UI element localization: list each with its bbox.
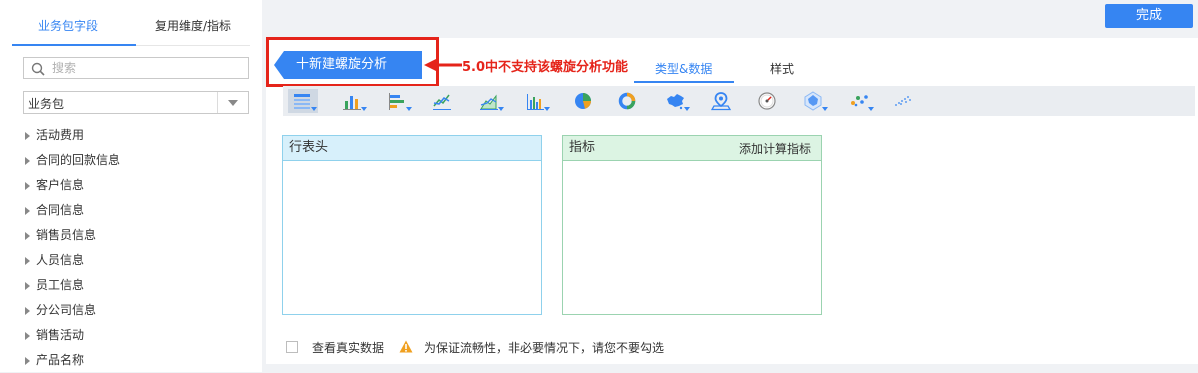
radar-icon[interactable]: [799, 89, 829, 113]
active-chart-tab-indicator: [634, 81, 734, 83]
package-select-toggle[interactable]: [217, 92, 248, 113]
scatter-icon[interactable]: [845, 89, 875, 113]
area-chart-icon[interactable]: [475, 89, 505, 113]
donut-chart-icon[interactable]: [613, 89, 643, 113]
expand-caret-icon[interactable]: [25, 232, 30, 240]
metrics-dropzone[interactable]: 指标 添加计算指标: [562, 135, 822, 315]
expand-caret-icon[interactable]: [25, 157, 30, 165]
real-data-checkbox[interactable]: [286, 341, 298, 353]
combo-chart-icon[interactable]: [521, 89, 551, 113]
line-chart-icon[interactable]: [428, 89, 458, 113]
metrics-header: 指标 添加计算指标: [563, 136, 821, 161]
chart-type-toolbar: [283, 86, 1195, 116]
tree-item-label: 活动费用: [36, 128, 85, 142]
horizontal-bar-icon[interactable]: [383, 89, 413, 113]
package-tree: 活动费用 合同的回款信息 客户信息 合同信息 销售员信息 人员信息 员工信息 分…: [23, 123, 120, 373]
expand-caret-icon[interactable]: [25, 207, 30, 215]
expand-caret-icon[interactable]: [25, 357, 30, 365]
chevron-down-icon: [822, 107, 828, 111]
tab-package-fields[interactable]: 业务包字段: [12, 8, 124, 44]
tab-reuse-dimensions[interactable]: 复用维度/指标: [138, 8, 248, 44]
china-map-icon[interactable]: [661, 89, 691, 113]
chevron-down-icon: [406, 107, 412, 111]
warning-icon: [399, 340, 413, 353]
tree-item[interactable]: 产品名称: [23, 348, 120, 373]
expand-caret-icon[interactable]: [25, 257, 30, 265]
expand-caret-icon[interactable]: [25, 282, 30, 290]
package-select-value: 业务包: [28, 97, 65, 111]
tree-item[interactable]: 活动费用: [23, 123, 120, 148]
row-header-dropzone[interactable]: 行表头: [282, 135, 542, 315]
tree-item[interactable]: 销售员信息: [23, 223, 120, 248]
tree-item-label: 分公司信息: [36, 303, 97, 317]
dot-chart-icon[interactable]: [889, 89, 919, 113]
tree-item-label: 产品名称: [36, 353, 85, 367]
tree-item[interactable]: 客户信息: [23, 173, 120, 198]
tab-style[interactable]: 样式: [770, 60, 794, 77]
tree-item[interactable]: 合同的回款信息: [23, 148, 120, 173]
package-select[interactable]: 业务包: [23, 91, 249, 114]
annotation-arrow-icon: [424, 58, 462, 72]
metrics-title: 指标: [569, 140, 596, 155]
chevron-down-icon: [311, 107, 317, 111]
active-tab-indicator: [12, 44, 136, 46]
tree-item-label: 人员信息: [36, 253, 85, 267]
annotation-text: 5.0中不支持该螺旋分析功能: [462, 60, 629, 75]
tree-item[interactable]: 员工信息: [23, 273, 120, 298]
table-icon[interactable]: [288, 89, 318, 113]
warning-text: 为保证流畅性，非必要情况下，请您不要勾选: [424, 341, 665, 355]
chevron-down-icon: [228, 100, 238, 106]
tree-item[interactable]: 合同信息: [23, 198, 120, 223]
expand-caret-icon[interactable]: [25, 132, 30, 140]
add-calculated-metric-button[interactable]: 添加计算指标: [739, 137, 811, 161]
row-header-title: 行表头: [283, 136, 541, 161]
search-input[interactable]: [52, 60, 242, 76]
tree-item-label: 客户信息: [36, 178, 85, 192]
pie-chart-icon[interactable]: [569, 89, 599, 113]
tree-item-label: 销售员信息: [36, 228, 97, 242]
location-map-icon[interactable]: [707, 89, 737, 113]
tree-item[interactable]: 人员信息: [23, 248, 120, 273]
chevron-down-icon: [868, 107, 874, 111]
tree-item-label: 销售活动: [36, 328, 85, 342]
chevron-down-icon: [498, 107, 504, 111]
tree-item-label: 合同信息: [36, 203, 85, 217]
gauge-icon[interactable]: [753, 89, 783, 113]
expand-caret-icon[interactable]: [25, 332, 30, 340]
tab-type-data[interactable]: 类型&数据: [655, 60, 712, 77]
tree-item-label: 合同的回款信息: [36, 153, 121, 167]
tree-item-label: 员工信息: [36, 278, 85, 292]
chevron-down-icon: [361, 107, 367, 111]
done-button[interactable]: 完成: [1105, 4, 1193, 28]
expand-caret-icon[interactable]: [25, 182, 30, 190]
field-panel: 业务包字段 复用维度/指标 业务包 活动费用 合同的回款信息 客户信息 合同信息…: [0, 0, 262, 372]
real-data-label[interactable]: 查看真实数据: [312, 339, 384, 356]
search-icon: [31, 62, 45, 76]
field-tabs: 业务包字段 复用维度/指标: [12, 8, 250, 46]
expand-caret-icon[interactable]: [25, 307, 30, 315]
tree-item[interactable]: 分公司信息: [23, 298, 120, 323]
tree-item[interactable]: 销售活动: [23, 323, 120, 348]
chevron-down-icon: [544, 107, 550, 111]
field-search[interactable]: [23, 57, 249, 79]
chevron-down-icon: [684, 107, 690, 111]
highlight-box: [266, 37, 439, 87]
bar-chart-icon[interactable]: [338, 89, 368, 113]
